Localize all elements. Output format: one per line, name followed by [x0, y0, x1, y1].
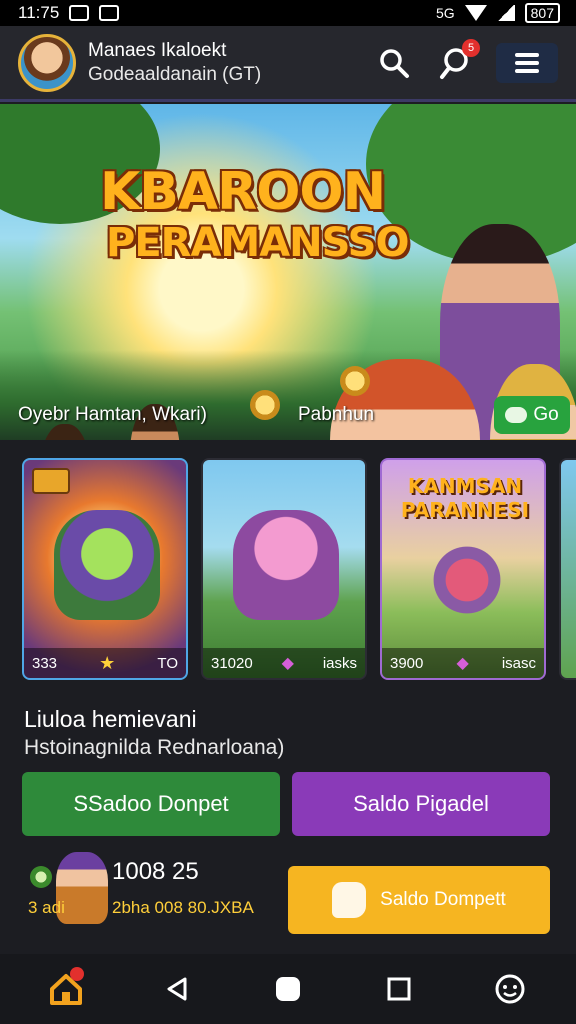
balance-detail: 2bha 008 80.JXBA	[112, 898, 254, 917]
adventure-character	[422, 540, 512, 620]
coin-icon	[250, 390, 280, 420]
bottom-navigation	[0, 954, 576, 1024]
hero-caption-right: Pabnhun	[298, 404, 375, 425]
game-card-carousel[interactable]: 333 ★ TO 31020 ◆ iasks KANMSAN PARANNESI…	[0, 458, 576, 682]
message-icon	[69, 5, 90, 21]
home-circle-icon	[275, 977, 300, 1001]
nav-profile[interactable]	[480, 961, 540, 1017]
card-left-value: 333	[32, 654, 58, 672]
card-title: KANMSAN PARANNESI	[400, 474, 530, 522]
go-button[interactable]: Go	[494, 396, 570, 434]
avatar[interactable]	[18, 33, 76, 92]
wifi-icon	[464, 5, 487, 21]
header-actions: 5	[372, 38, 558, 85]
image-icon	[99, 5, 120, 21]
network-label: 5G	[435, 5, 455, 21]
app-header: Manaes Ikaloekt Godeaaldanain (GT) 5	[0, 26, 576, 102]
status-time: 11:75	[18, 3, 60, 22]
wallet-balance-button[interactable]: SSadoo Donpet	[22, 772, 280, 836]
gem-icon: ◆	[281, 655, 294, 672]
user-subtitle: Godeaaldanain (GT)	[88, 63, 262, 85]
hamburger-icon	[515, 52, 539, 73]
card-footer: 31020 ◆ iasks	[203, 648, 365, 678]
signal-icon	[496, 5, 515, 21]
game-card[interactable]: 31020 ◆ iasks	[201, 458, 367, 680]
game-card-partial[interactable]	[559, 458, 576, 680]
nav-home-system[interactable]	[258, 961, 318, 1017]
controller-icon	[505, 407, 528, 423]
gem-icon: ◆	[456, 655, 469, 672]
card-footer: 333 ★ TO	[24, 648, 186, 678]
card-right-value: isasc	[501, 654, 536, 672]
status-bar: 11:75 5G 807	[0, 0, 576, 26]
user-info: Manaes Ikaloekt Godeaaldanain (GT)	[88, 40, 261, 86]
user-name: Manaes Ikaloekt	[88, 39, 227, 61]
nav-notification-dot	[69, 967, 84, 981]
wallet-balance-label: SSadoo Donpet	[73, 791, 229, 816]
star-icon: ★	[99, 652, 116, 673]
nav-home[interactable]	[36, 961, 96, 1017]
paid-balance-label: Saldo Pigadel	[353, 791, 489, 816]
robot-character	[54, 510, 160, 620]
coin-icon	[30, 866, 52, 888]
nav-back[interactable]	[147, 961, 207, 1017]
menu-button[interactable]	[496, 42, 558, 83]
hero-banner[interactable]: KBAROON PERAMANSSO	[0, 104, 576, 440]
wallet-button-label: Saldo Dompett	[380, 889, 506, 910]
section-subtitle: Hstoinagnilda Rednarloana)	[24, 736, 285, 759]
creature-character	[233, 510, 339, 620]
game-card[interactable]: KANMSAN PARANNESI 3900 ◆ isasc	[380, 458, 546, 680]
game-card[interactable]: 333 ★ TO	[22, 458, 188, 680]
battery-icon: 807	[524, 3, 560, 23]
notification-badge: 5	[462, 38, 480, 57]
card-left-value: 3900	[390, 654, 424, 672]
search-button[interactable]	[372, 41, 416, 85]
back-icon	[167, 977, 187, 1001]
balance-side-label: 3 adi	[28, 898, 65, 917]
card-footer: 3900 ◆ isasc	[382, 648, 544, 678]
card-right-value: TO	[157, 654, 178, 672]
search-icon	[380, 48, 409, 78]
hero-title: KBAROON PERAMANSSO	[100, 164, 410, 270]
card-right-value: iasks	[322, 654, 357, 672]
hero-title-line1: KBAROON	[100, 162, 386, 222]
card-left-value: 31020	[211, 654, 253, 672]
balance-amount: 1008 25	[112, 858, 199, 885]
notifications-button[interactable]: 5	[434, 38, 480, 85]
section-title: Liuloa hemievani	[24, 706, 197, 732]
coin-icon	[340, 366, 370, 396]
go-label: Go	[533, 404, 559, 425]
badge-icon	[32, 468, 70, 494]
nav-recents[interactable]	[369, 961, 429, 1017]
wallet-button[interactable]: Saldo Dompett	[288, 866, 550, 934]
recents-icon	[387, 977, 411, 1001]
wallet-icon	[332, 882, 367, 918]
hero-title-line2: PERAMANSSO	[106, 220, 409, 266]
paid-balance-button[interactable]: Saldo Pigadel	[292, 772, 550, 836]
profile-icon	[495, 974, 525, 1004]
hero-caption: Oyebr Hamtan, Wkari)	[18, 404, 207, 425]
